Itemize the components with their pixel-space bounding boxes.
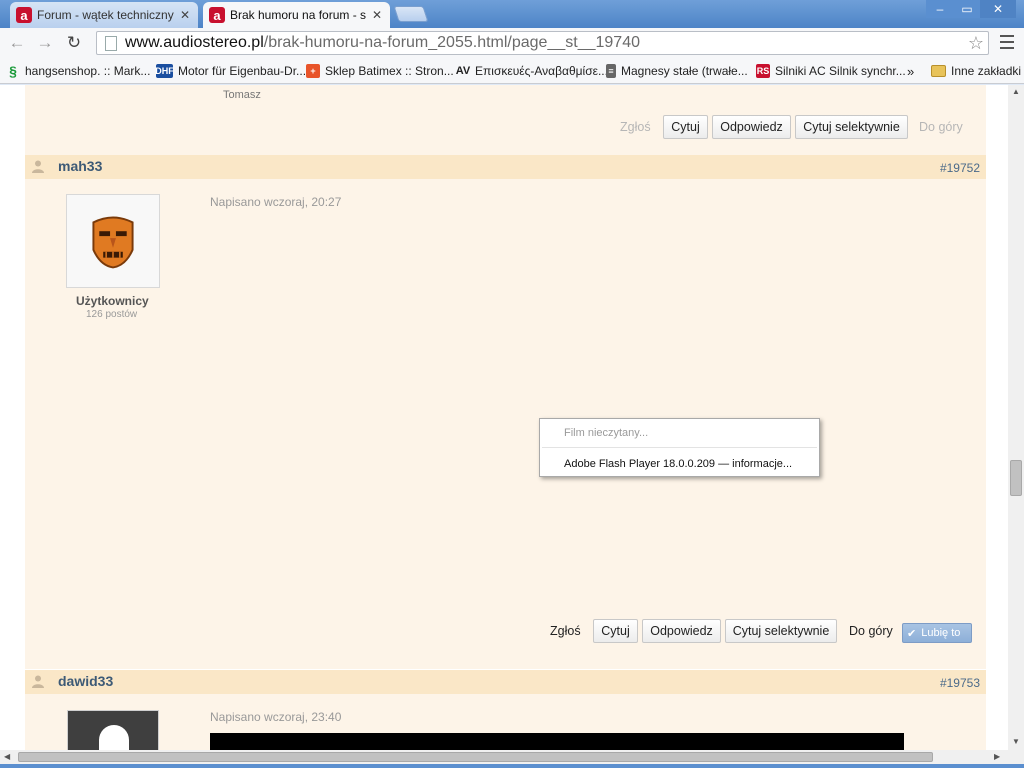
reply-button[interactable]: Odpowiedz	[712, 115, 791, 139]
avatar[interactable]	[67, 710, 159, 750]
bookmark-hangsenshop[interactable]: § hangsenshop. :: Mark...	[6, 62, 150, 80]
bookmark-batimex[interactable]: + Sklep Batimex :: Stron...	[306, 62, 454, 80]
scroll-up-arrow-icon[interactable]: ▲	[1012, 87, 1020, 96]
bookmark-episkeves[interactable]: AV Επισκευές-Αναβαθμίσε...	[456, 62, 608, 80]
scroll-down-arrow-icon[interactable]: ▼	[1012, 737, 1020, 746]
bookmark-silniki[interactable]: RS Silniki AC Silnik synchr...	[756, 62, 906, 80]
vertical-scroll-thumb[interactable]	[1010, 460, 1022, 496]
user-group-label: Użytkownicy	[76, 294, 149, 308]
tab-title: Brak humoru na forum - stron	[230, 8, 366, 22]
menu-item-film-nieczytany: Film nieczytany...	[564, 427, 649, 439]
audiostereo-favicon-icon: a	[16, 7, 32, 23]
signature-text: Tomasz	[223, 89, 261, 101]
username-link[interactable]: mah33	[58, 158, 102, 174]
horizontal-scrollbar[interactable]: ◀ ▶	[0, 750, 1008, 764]
bookmark-motor[interactable]: DHF Motor für Eigenbau-Dr...	[155, 62, 306, 80]
scrollbar-corner	[1008, 750, 1024, 764]
page-content: Tomasz Zgłoś Cytuj Odpowiedz Cytuj selek…	[0, 85, 1008, 750]
browser-tab-strip: a Forum - wątek techniczny - s ✕ a Brak …	[0, 0, 1024, 28]
batimex-icon: +	[306, 64, 320, 78]
embedded-video[interactable]	[210, 733, 904, 750]
post-count-label: 126 postów	[86, 309, 138, 320]
hangsenshop-icon: §	[9, 63, 17, 79]
vertical-scrollbar[interactable]: ▲ ▼	[1008, 85, 1024, 750]
default-avatar-icon	[99, 725, 129, 750]
minimize-icon[interactable]: –	[926, 0, 954, 18]
quote-selective-button[interactable]: Cytuj selektywnie	[725, 619, 837, 643]
dhf-icon: DHF	[155, 64, 174, 78]
quote-button[interactable]: Cytuj	[593, 619, 638, 643]
document-icon: ≡	[606, 64, 616, 78]
user-icon	[32, 675, 44, 688]
av-icon: AV	[455, 65, 471, 77]
post-body	[25, 179, 986, 669]
maximize-icon[interactable]: ▭	[954, 0, 980, 18]
post-number-link[interactable]: #19753	[940, 676, 980, 690]
bookmarks-bar: § hangsenshop. :: Mark... DHF Motor für …	[0, 58, 1024, 84]
quote-button[interactable]: Cytuj	[663, 115, 708, 139]
window-bottom-border	[0, 764, 1024, 768]
tiki-mask-avatar-icon	[92, 216, 134, 269]
report-link[interactable]: Zgłoś	[620, 120, 651, 134]
close-tab-icon[interactable]: ✕	[180, 8, 190, 22]
audiostereo-favicon-icon: a	[209, 7, 225, 23]
other-bookmarks-folder[interactable]: Inne zakładki	[931, 62, 1021, 80]
tab-brak-humoru[interactable]: a Brak humoru na forum - stron ✕	[203, 2, 390, 28]
post-date: Napisano wczoraj, 20:27	[210, 195, 342, 209]
bookmark-magnesy[interactable]: ≡ Magnesy stałe (trwałe...	[606, 62, 748, 80]
bookmarks-overflow-chevron[interactable]: »	[907, 62, 914, 80]
browser-toolbar: ← → ↻ www.audiostereo.pl/brak-humoru-na-…	[0, 28, 1024, 58]
browser-menu-icon[interactable]	[1000, 35, 1014, 49]
horizontal-scroll-thumb[interactable]	[18, 752, 933, 762]
username-link[interactable]: dawid33	[58, 673, 113, 689]
tab-title: Forum - wątek techniczny - s	[37, 8, 174, 22]
menu-separator	[542, 447, 817, 448]
report-link[interactable]: Zgłoś	[550, 624, 581, 638]
post-header: dawid33 #19753	[25, 670, 986, 694]
to-top-link[interactable]: Do góry	[849, 624, 893, 638]
post-number-link[interactable]: #19752	[940, 161, 980, 175]
tab-forum-watek[interactable]: a Forum - wątek techniczny - s ✕	[10, 2, 198, 28]
address-bar[interactable]: www.audiostereo.pl/brak-humoru-na-forum_…	[96, 31, 989, 55]
rs-icon: RS	[756, 64, 770, 78]
like-button[interactable]: ✔ Lubię to	[902, 623, 972, 643]
new-tab-button[interactable]	[393, 6, 429, 22]
user-icon	[32, 160, 44, 173]
forward-arrow-icon[interactable]: →	[34, 33, 56, 53]
menu-item-flash-info[interactable]: Adobe Flash Player 18.0.0.209 — informac…	[564, 458, 792, 470]
close-tab-icon[interactable]: ✕	[372, 8, 382, 22]
reload-icon[interactable]: ↻	[63, 33, 85, 53]
quote-selective-button[interactable]: Cytuj selektywnie	[795, 115, 908, 139]
page-icon	[105, 35, 117, 51]
bookmark-star-icon[interactable]: ☆	[968, 33, 984, 54]
url-text: www.audiostereo.pl/brak-humoru-na-forum_…	[125, 34, 640, 51]
scroll-left-arrow-icon[interactable]: ◀	[4, 752, 10, 761]
post-header: mah33 #19752	[25, 155, 986, 179]
to-top-link[interactable]: Do góry	[919, 120, 963, 134]
checkmark-icon: ✔	[907, 627, 917, 640]
back-arrow-icon[interactable]: ←	[6, 33, 28, 53]
folder-icon	[931, 65, 946, 77]
close-window-icon[interactable]: ✕	[980, 0, 1016, 18]
post-date: Napisano wczoraj, 23:40	[210, 710, 342, 724]
flash-context-menu: Film nieczytany... Adobe Flash Player 18…	[539, 418, 820, 477]
reply-button[interactable]: Odpowiedz	[642, 619, 721, 643]
scroll-right-arrow-icon[interactable]: ▶	[994, 752, 1000, 761]
avatar[interactable]	[66, 194, 160, 288]
